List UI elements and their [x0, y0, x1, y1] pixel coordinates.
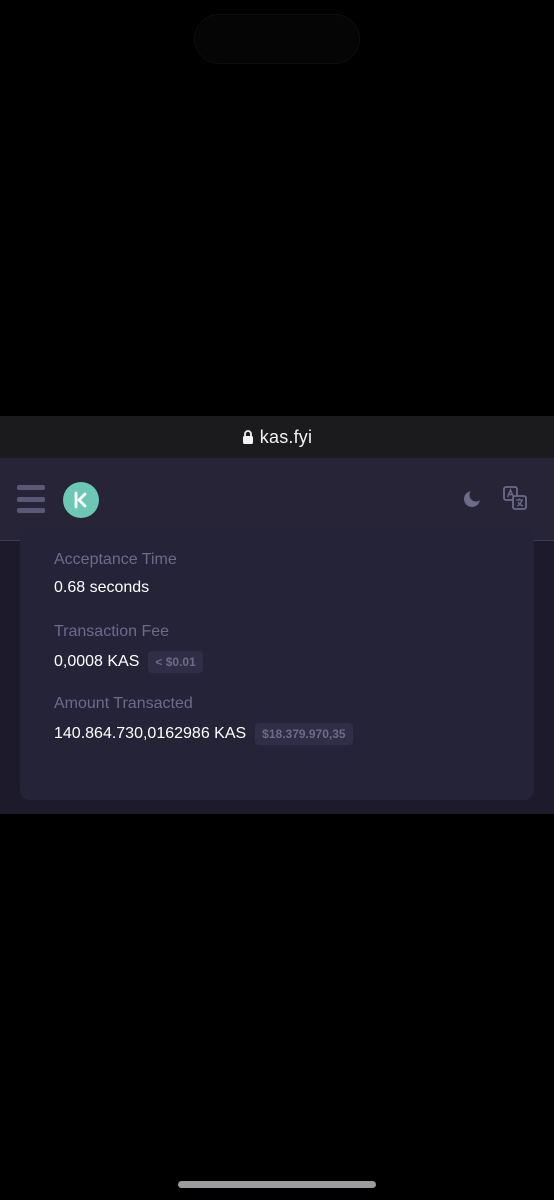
hamburger-menu-icon	[17, 485, 45, 490]
acceptance-time-label: Acceptance Time	[54, 551, 177, 568]
transaction-fee-field: Transaction Fee 0,0008 KAS < $0.01	[54, 623, 203, 673]
hamburger-line	[17, 496, 45, 502]
browser-address-bar[interactable]: kas.fyi	[0, 416, 554, 458]
url-text: kas.fyi	[259, 426, 313, 447]
amount-transacted-value: 140.864.730,0162986 KAS	[54, 725, 247, 742]
amount-transacted-fiat-badge: $18.379.970,35	[255, 723, 353, 745]
acceptance-time-value: 0.68 seconds	[54, 579, 150, 596]
home-indicator[interactable]	[178, 1181, 376, 1188]
amount-transacted-field: Amount Transacted 140.864.730,0162986 KA…	[54, 695, 353, 745]
amount-transacted-row: 140.864.730,0162986 KAS $18.379.970,35	[54, 723, 353, 745]
transaction-fee-row: 0,0008 KAS < $0.01	[54, 651, 203, 673]
transaction-fee-value: 0,0008 KAS	[54, 653, 140, 670]
transaction-fee-fiat-badge: < $0.01	[148, 651, 203, 673]
dynamic-island	[194, 14, 360, 64]
acceptance-time-row: 0.68 seconds	[54, 579, 177, 597]
lock-icon	[242, 430, 253, 444]
menu-button[interactable]	[17, 485, 45, 513]
acceptance-time-field: Acceptance Time 0.68 seconds	[54, 551, 177, 597]
translate-icon[interactable]	[503, 486, 527, 510]
amount-transacted-label: Amount Transacted	[54, 695, 193, 712]
kaspa-k-glyph	[74, 491, 87, 509]
transaction-fee-label: Transaction Fee	[54, 623, 170, 640]
hamburger-line	[17, 508, 45, 513]
kaspa-logo-icon[interactable]	[63, 482, 99, 518]
moon-icon[interactable]	[461, 488, 483, 510]
